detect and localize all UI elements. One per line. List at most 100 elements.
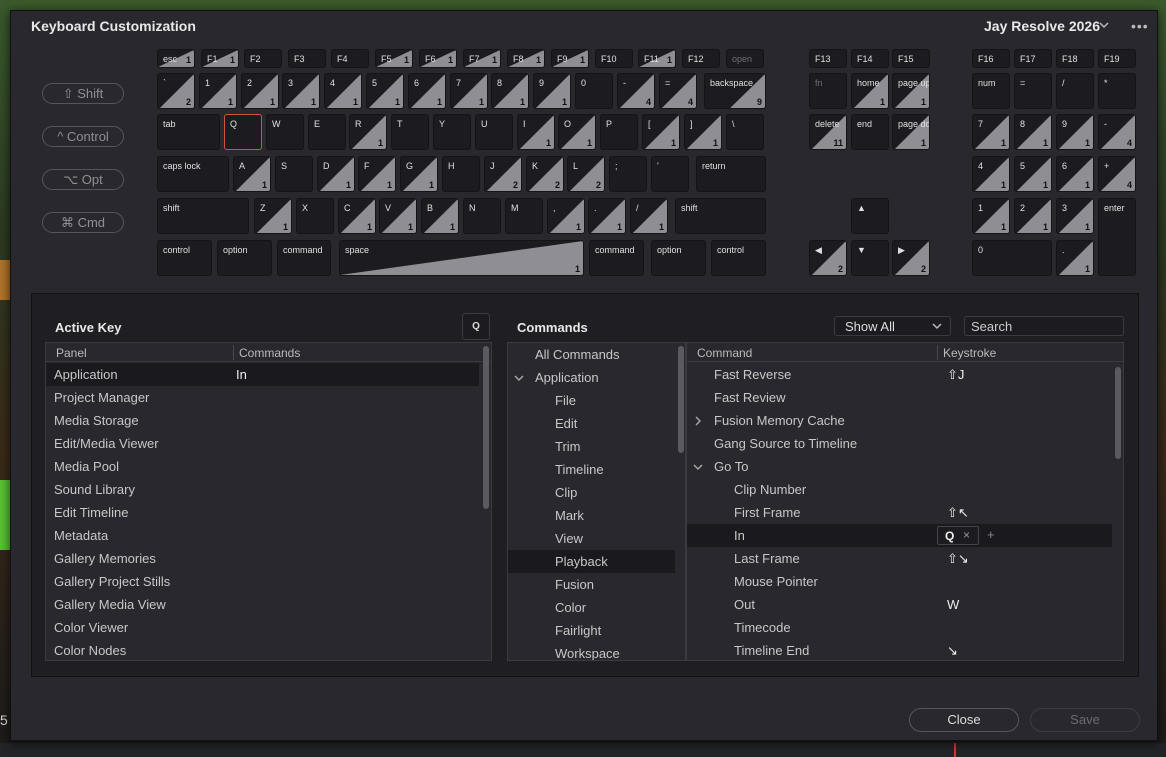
key-3[interactable]: 31 [1056,198,1094,234]
table-row[interactable]: Edit/Media Viewer [46,432,479,455]
command-row[interactable]: Timecode [687,616,1112,639]
table-row[interactable]: Gallery Project Stills [46,570,479,593]
chevron-down-icon[interactable] [1098,18,1110,32]
key-sym[interactable]: / [1056,73,1094,109]
key-f8[interactable]: F8 1 [507,49,545,68]
key-sym[interactable]: ◀ 2 [809,240,847,276]
key-9[interactable]: 91 [1056,114,1094,150]
key-f14[interactable]: F14 [851,49,889,68]
key-a[interactable]: A1 [233,156,271,192]
key-f16[interactable]: F16 [972,49,1010,68]
table-row[interactable]: Gallery Memories [46,547,479,570]
key-0[interactable]: 0 [575,73,613,109]
command-row[interactable]: Out W [687,593,1112,616]
key-n[interactable]: N [463,198,501,234]
key-f[interactable]: F1 [358,156,396,192]
key-sym[interactable]: = 4 [659,73,697,109]
table-row[interactable]: Edit Timeline [46,501,479,524]
key-return[interactable]: return [696,156,766,192]
command-row[interactable]: Last Frame ⇧↘ [687,547,1112,570]
key-num[interactable]: num [972,73,1010,109]
key-f2[interactable]: F2 [244,49,282,68]
key-6[interactable]: 61 [1056,156,1094,192]
key-f10[interactable]: F10 [595,49,633,68]
command-row[interactable]: Timeline End ↘ [687,639,1112,660]
key-v[interactable]: V1 [379,198,417,234]
key-m[interactable]: M [505,198,543,234]
key-enter[interactable]: enter [1098,198,1136,276]
col-command-header[interactable]: Command [697,346,752,360]
key-sym[interactable]: * [1098,73,1136,109]
key-sym[interactable]: ▼ [851,240,889,276]
key-4[interactable]: 41 [324,73,362,109]
command-row[interactable]: Fast Reverse ⇧J [687,363,1112,386]
key-f13[interactable]: F13 [809,49,847,68]
key-option[interactable]: option [651,240,706,276]
key-f4[interactable]: F4 [331,49,369,68]
key-h[interactable]: H [442,156,480,192]
chevron-down-icon[interactable] [514,373,524,383]
command-row[interactable]: In Q × + [687,524,1112,547]
chevron-right-icon[interactable] [693,416,703,426]
key-t[interactable]: T [391,114,429,150]
key-f6[interactable]: F6 1 [419,49,457,68]
modifier-cmd-button[interactable]: ⌘ Cmd [42,212,124,233]
key-shift[interactable]: shift [157,198,249,234]
key-z[interactable]: Z1 [254,198,292,234]
key-esc[interactable]: esc 1 [157,49,195,68]
key-sym[interactable]: ' [651,156,689,192]
command-row[interactable]: First Frame ⇧↖ [687,501,1112,524]
table-row[interactable]: Color Nodes [46,639,479,660]
command-row[interactable]: Go To [687,455,1112,478]
key-page-up[interactable]: page up 1 [892,73,930,109]
key-e[interactable]: E [308,114,346,150]
key-0[interactable]: 0 [972,240,1052,276]
key-p[interactable]: P [600,114,638,150]
modifier-shift-button[interactable]: ⇧ Shift [42,83,124,104]
key-f19[interactable]: F19 [1098,49,1136,68]
key-sym[interactable]: [1 [642,114,680,150]
tree-item[interactable]: Fusion [508,573,675,596]
table-row[interactable]: Application In [46,363,479,386]
key-l[interactable]: L2 [567,156,605,192]
key-end[interactable]: end [851,114,889,150]
command-row[interactable]: Fusion Memory Cache [687,409,1112,432]
key-backspace[interactable]: backspace 9 [704,73,766,109]
key-caps-lock[interactable]: caps lock [157,156,229,192]
more-options-icon[interactable]: ••• [1131,18,1151,34]
key-sym[interactable]: .1 [1056,240,1094,276]
key-sym[interactable]: = [1014,73,1052,109]
key-sym[interactable]: \ [726,114,764,150]
table-row[interactable]: Media Storage [46,409,479,432]
key-j[interactable]: J2 [484,156,522,192]
key-f12[interactable]: F12 [682,49,720,68]
key-r[interactable]: R1 [349,114,387,150]
key-y[interactable]: Y [433,114,471,150]
command-row[interactable]: Clip Number [687,478,1112,501]
command-row[interactable]: Mouse Pointer [687,570,1112,593]
key-sym[interactable]: ] 1 [684,114,722,150]
key-5[interactable]: 51 [366,73,404,109]
key-space[interactable]: space 1 [339,240,584,276]
table-row[interactable]: Color Viewer [46,616,479,639]
key-f3[interactable]: F3 [288,49,326,68]
key-1[interactable]: 11 [972,198,1010,234]
col-commands-header[interactable]: Commands [239,346,300,360]
close-button[interactable]: Close [909,708,1019,732]
key-f1[interactable]: F1 1 [201,49,239,68]
key-home[interactable]: home 1 [851,73,889,109]
tree-item[interactable]: All Commands [508,343,675,366]
save-button[interactable]: Save [1030,708,1140,732]
active-key-indicator[interactable]: Q [462,313,490,340]
search-input[interactable]: Search [964,316,1124,336]
tree-item[interactable]: Workspace [508,642,675,660]
tree-item[interactable]: Application [508,366,675,389]
col-keystroke-header[interactable]: Keystroke [943,346,996,360]
key-7[interactable]: 71 [450,73,488,109]
table-row[interactable]: Media Pool [46,455,479,478]
key-fn[interactable]: fn [809,73,847,109]
tree-item[interactable]: Mark [508,504,675,527]
keystroke-chip[interactable]: Q × [937,526,979,545]
key-page-down[interactable]: page down 1 [892,114,930,150]
key-2[interactable]: 21 [241,73,279,109]
